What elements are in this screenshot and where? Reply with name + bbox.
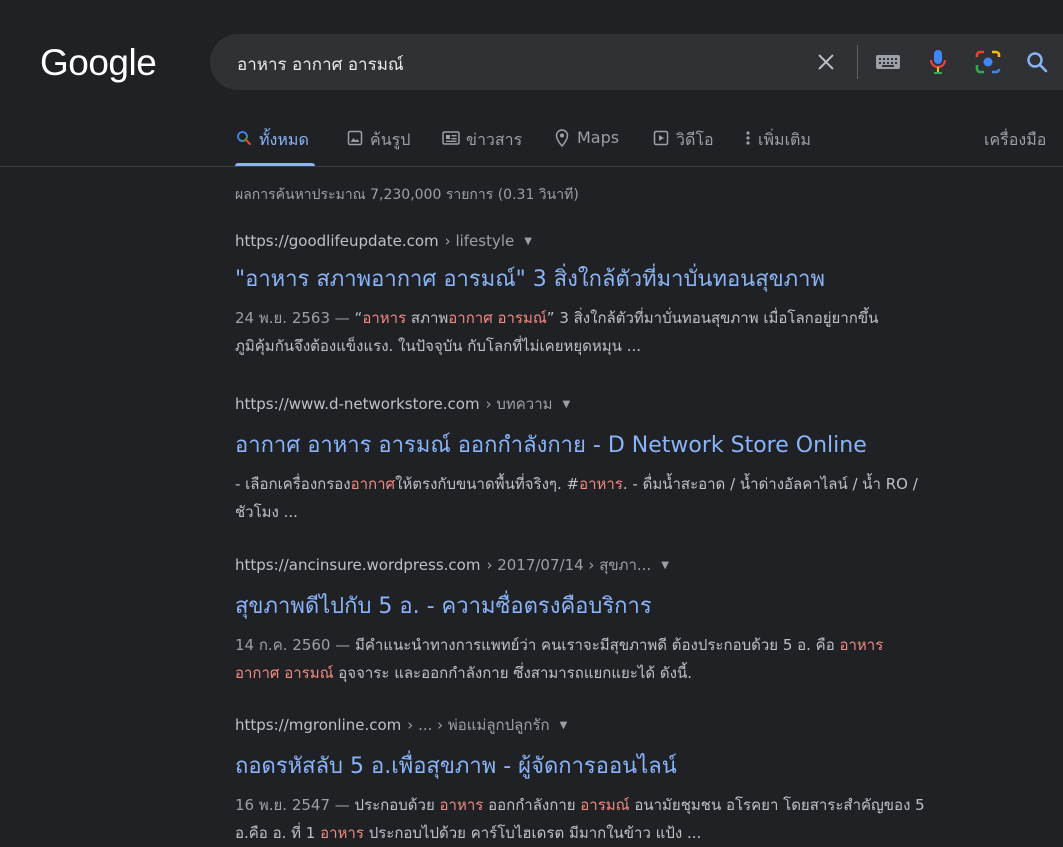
search-box[interactable]: อาหาร อากาศ อารมณ์ [210,34,1063,90]
google-logo[interactable]: Google [40,42,157,84]
result-snippet: 16 พ.ย. 2547 — ประกอบด้วย อาหาร ออกกำลัง… [235,791,995,847]
result-domain: https://mgronline.com [235,716,402,734]
tab-label: ข่าวสาร [466,130,523,149]
search-result: https://ancinsure.wordpress.com › 2017/07… [235,553,995,687]
snippet-text: มีคำแนะนำทางการแพทย์ว่า คนเราจะมีสุขภาพด… [350,636,840,654]
highlighted-term: อารมณ์ [580,796,630,814]
result-snippet: 24 พ.ย. 2563 — “อาหาร สภาพอากาศ อารมณ์” … [235,304,995,360]
highlighted-term: อาหาร [439,796,484,814]
snippet-text: สภาพ [406,309,449,327]
news-icon [442,128,460,148]
snippet-line: 14 ก.ค. 2560 — มีคำแนะนำทางการแพทย์ว่า ค… [235,631,995,659]
search-icon [235,128,253,148]
caret-down-icon[interactable]: ▼ [524,236,532,247]
snippet-text: อนามัยชุมชน อโรคยา โดยสาระสำคัญของ 5 [629,796,925,814]
lens-icon[interactable] [972,46,1004,78]
caret-down-icon[interactable]: ▼ [661,560,669,571]
snippet-text: อุจจาระ และออกกำลังกาย ซึ่งสามารถแยกแยะไ… [333,664,693,682]
highlighted-term: อาหาร [839,636,884,654]
snippet-line: อากาศ อารมณ์ อุจจาระ และออกกำลังกาย ซึ่ง… [235,659,995,687]
snippet-line: ภูมิคุ้มกันจึงต้องแข็งแรง. ในปัจจุบัน กั… [235,332,995,360]
search-divider [857,45,858,79]
result-date: 14 ก.ค. 2560 — [235,636,351,654]
snippet-text: ประกอบด้วย [349,796,440,814]
tab-images[interactable]: ค้นรูป [346,128,410,166]
tab-label: วิดีโอ [676,130,714,149]
result-url[interactable]: https://mgronline.com › ... › พ่อแม่ลูกปล… [235,713,995,737]
result-domain: https://www.d-networkstore.com [235,395,480,413]
search-result: https://goodlifeupdate.com › lifestyle ▼ "อ… [235,232,995,360]
snippet-text: “ [349,309,363,327]
snippet-text: . - ดื่มน้ำสะอาด / น้ำด่างอัลคาไลน์ / น้… [622,475,918,493]
tab-label: ทั้งหมด [259,130,309,149]
map-pin-icon [553,128,571,148]
caret-down-icon[interactable]: ▼ [560,720,568,731]
more-vert-icon [744,128,752,148]
result-breadcrumb: › 2017/07/14 › สุขภา... [486,556,652,574]
highlighted-term: อาหาร [320,824,364,842]
tab-more[interactable]: เพิ่มเติม [744,128,811,166]
caret-down-icon[interactable]: ▼ [563,399,571,410]
highlighted-term: อาหาร [362,309,407,327]
result-url[interactable]: https://ancinsure.wordpress.com › 2017/07… [235,553,995,577]
highlighted-term: อาหาร [579,475,623,493]
search-result: https://www.d-networkstore.com › บทความ ▼ อ… [235,392,995,526]
search-tabs: ทั้งหมด ค้นรูป ข่าวสาร Maps วิดีโอ เพิ่ม… [0,118,1063,167]
keyboard-icon[interactable] [872,46,904,78]
result-title[interactable]: อากาศ อาหาร อารมณ์ ออกกำลังกาย - D Netwo… [235,427,995,462]
result-breadcrumb: › บทความ [485,395,553,413]
result-domain: https://goodlifeupdate.com [235,232,439,250]
video-icon [652,128,670,148]
tab-news[interactable]: ข่าวสาร [442,128,522,166]
highlighted-term: อากาศ อารมณ์ [448,309,547,327]
result-snippet: 14 ก.ค. 2560 — มีคำแนะนำทางการแพทย์ว่า ค… [235,631,995,687]
search-input[interactable]: อาหาร อากาศ อารมณ์ [237,51,404,78]
result-domain: https://ancinsure.wordpress.com [235,556,481,574]
tab-label: ค้นรูป [370,130,411,149]
result-title[interactable]: ถอดรหัสลับ 5 อ.เพื่อสุขภาพ - ผู้จัดการออ… [235,748,995,783]
highlighted-term: อากาศ [350,475,396,493]
snippet-text: อ.คือ อ. ที่ 1 [235,824,321,842]
highlighted-term: อากาศ อารมณ์ [235,664,334,682]
tools-button[interactable]: เครื่องมือ [984,128,1046,166]
search-icon[interactable] [1021,46,1053,78]
snippet-text: ชัวโมง ... [235,503,298,521]
tab-all[interactable]: ทั้งหมด [235,128,315,166]
snippet-text: - เลือกเครื่องกรอง [235,475,351,493]
result-title[interactable]: "อาหาร สภาพอากาศ อารมณ์" 3 สิ่งใกล้ตัวที… [235,261,995,296]
snippet-line: 24 พ.ย. 2563 — “อาหาร สภาพอากาศ อารมณ์” … [235,304,995,332]
clear-icon[interactable] [810,46,842,78]
snippet-text: ออกกำลังกาย [483,796,581,814]
snippet-line: 16 พ.ย. 2547 — ประกอบด้วย อาหาร ออกกำลัง… [235,791,995,819]
result-breadcrumb: › lifestyle [444,232,515,250]
result-date: 24 พ.ย. 2563 — [235,309,350,327]
tab-videos[interactable]: วิดีโอ [652,128,714,166]
result-stats: ผลการค้นหาประมาณ 7,230,000 รายการ (0.31 … [235,187,579,203]
search-result: https://mgronline.com › ... › พ่อแม่ลูกปล… [235,713,995,847]
snippet-line: อ.คือ อ. ที่ 1 อาหาร ประกอบไปด้วย คาร์โบ… [235,819,995,847]
result-url[interactable]: https://goodlifeupdate.com › lifestyle ▼ [235,232,995,250]
tab-label: เพิ่มเติม [758,130,811,149]
result-date: 16 พ.ย. 2547 — [235,796,350,814]
tools-label: เครื่องมือ [984,130,1047,149]
snippet-line: ชัวโมง ... [235,498,995,526]
mic-icon[interactable] [922,46,954,78]
result-snippet: - เลือกเครื่องกรองอากาศให้ตรงกับขนาดพื้น… [235,470,995,526]
result-url[interactable]: https://www.d-networkstore.com › บทความ ▼ [235,392,995,416]
snippet-line: - เลือกเครื่องกรองอากาศให้ตรงกับขนาดพื้น… [235,470,995,498]
snippet-text: ให้ตรงกับขนาดพื้นที่จริงๆ. # [395,475,580,493]
result-title[interactable]: สุขภาพดีไปกับ 5 อ. - ความซื่อตรงคือบริกา… [235,588,995,623]
snippet-text: ภูมิคุ้มกันจึงต้องแข็งแรง. ในปัจจุบัน กั… [235,337,641,355]
tab-label: Maps [577,128,620,147]
tab-maps[interactable]: Maps [553,128,619,166]
snippet-text: ประกอบไปด้วย คาร์โบไฮเดรต มีมากในข้าว แป… [363,824,702,842]
image-icon [346,128,364,148]
snippet-text: ” 3 สิ่งใกล้ตัวที่มาบั่นทอนสุขภาพ เมื่อโ… [546,309,879,327]
result-breadcrumb: › ... › พ่อแม่ลูกปลูกรัก [407,716,550,734]
